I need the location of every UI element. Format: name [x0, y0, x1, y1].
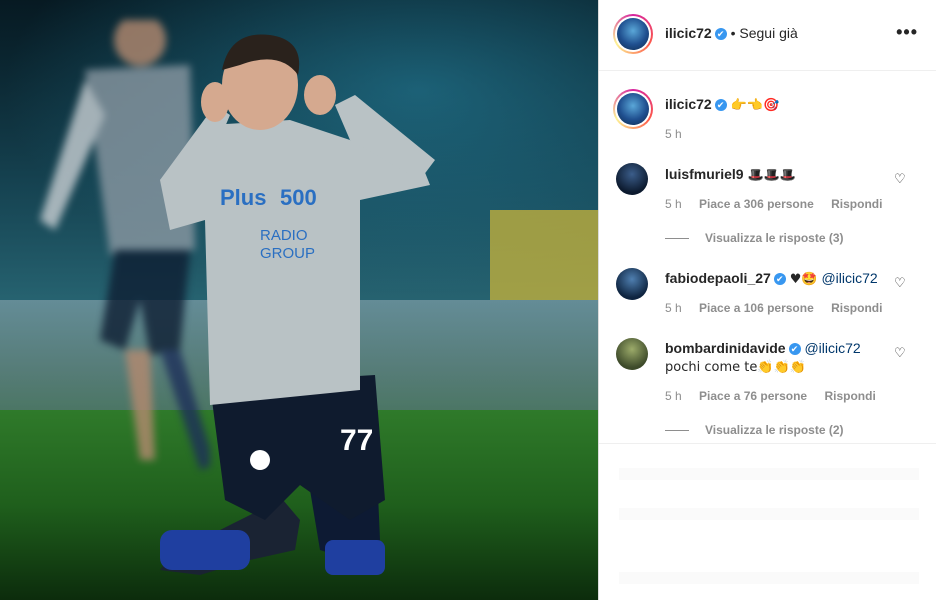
comment-text: ♥🤩 — [789, 272, 818, 287]
comment-likes[interactable]: Piace a 306 persone — [699, 197, 814, 211]
caption-time: 5 h — [665, 127, 682, 141]
comment-likes[interactable]: Piace a 76 persone — [699, 389, 807, 403]
comment-username[interactable]: luisfmuriel9 — [665, 166, 744, 182]
footer-placeholder — [619, 508, 919, 520]
caption-username[interactable]: ilicic72 — [665, 96, 712, 112]
comment-avatar[interactable] — [616, 163, 648, 195]
comment-1: luisfmuriel9 🎩🎩🎩 — [665, 165, 796, 185]
view-replies-button[interactable]: Visualizza le risposte (3) — [665, 231, 844, 245]
reply-button[interactable]: Rispondi — [824, 389, 875, 403]
comment-meta: 5 h Piace a 76 persone Rispondi — [665, 389, 890, 403]
like-heart-icon[interactable]: ♡ — [894, 276, 906, 289]
comment-text: 🎩🎩🎩 — [747, 168, 797, 183]
reply-button[interactable]: Rispondi — [831, 197, 882, 211]
footer-placeholder — [619, 572, 919, 584]
comment-time: 5 h — [665, 301, 682, 315]
comment-mention[interactable]: @ilicic72 — [804, 340, 860, 356]
main-player: 77 Plus 500 RADIO GROUP — [160, 34, 435, 575]
comment-time: 5 h — [665, 389, 682, 403]
comment-meta: 5 h Piace a 306 persone Rispondi — [665, 197, 896, 211]
caption: ilicic72 ✔ 👉👈🎯 — [665, 95, 779, 115]
like-heart-icon[interactable]: ♡ — [894, 172, 906, 185]
verified-icon: ✔ — [714, 99, 727, 111]
svg-text:77: 77 — [340, 424, 373, 457]
caption-meta: 5 h — [665, 127, 696, 141]
reply-button[interactable]: Rispondi — [831, 301, 882, 315]
verified-icon: ✔ — [773, 273, 786, 285]
comment-avatar[interactable] — [616, 268, 648, 300]
author-username[interactable]: ilicic72 — [665, 25, 712, 41]
comment-3: bombardinidavide ✔ @ilicic72 pochi come t… — [665, 339, 861, 377]
author-avatar[interactable] — [613, 14, 653, 54]
svg-text:Plus: Plus — [220, 185, 266, 210]
caption-avatar[interactable] — [613, 89, 653, 129]
comment-mention[interactable]: @ilicic72 — [821, 270, 877, 286]
comment-likes[interactable]: Piace a 106 persone — [699, 301, 814, 315]
verified-icon: ✔ — [714, 28, 727, 40]
view-replies-button[interactable]: Visualizza le risposte (2) — [665, 423, 844, 437]
svg-text:GROUP: GROUP — [260, 245, 315, 262]
more-options-icon[interactable]: ••• — [896, 22, 918, 43]
ad-board — [490, 210, 598, 300]
follow-status[interactable]: • Segui già — [731, 25, 798, 41]
post-footer — [599, 443, 936, 600]
svg-text:500: 500 — [280, 185, 317, 210]
like-heart-icon[interactable]: ♡ — [894, 346, 906, 359]
svg-text:RADIO: RADIO — [260, 227, 308, 244]
footer-placeholder — [619, 468, 919, 480]
comment-text: pochi come te👏👏👏 — [665, 360, 806, 375]
caption-text: 👉👈🎯 — [730, 98, 780, 113]
post-header: ilicic72 ✔ • Segui già ••• — [599, 0, 936, 71]
comment-2: fabiodepaoli_27 ✔ ♥🤩 @ilicic72 — [665, 269, 878, 289]
post-photo[interactable]: 77 Plus 500 RADIO GROUP — [0, 0, 598, 600]
comment-avatar[interactable] — [616, 338, 648, 370]
comment-username[interactable]: bombardinidavide — [665, 340, 786, 356]
comment-time: 5 h — [665, 197, 682, 211]
comment-username[interactable]: fabiodepaoli_27 — [665, 270, 771, 286]
verified-icon: ✔ — [788, 343, 801, 355]
comment-meta: 5 h Piace a 106 persone Rispondi — [665, 301, 896, 315]
post-sidebar: ilicic72 ✔ • Segui già ••• ilicic72 ✔ 👉👈🎯 … — [598, 0, 936, 600]
